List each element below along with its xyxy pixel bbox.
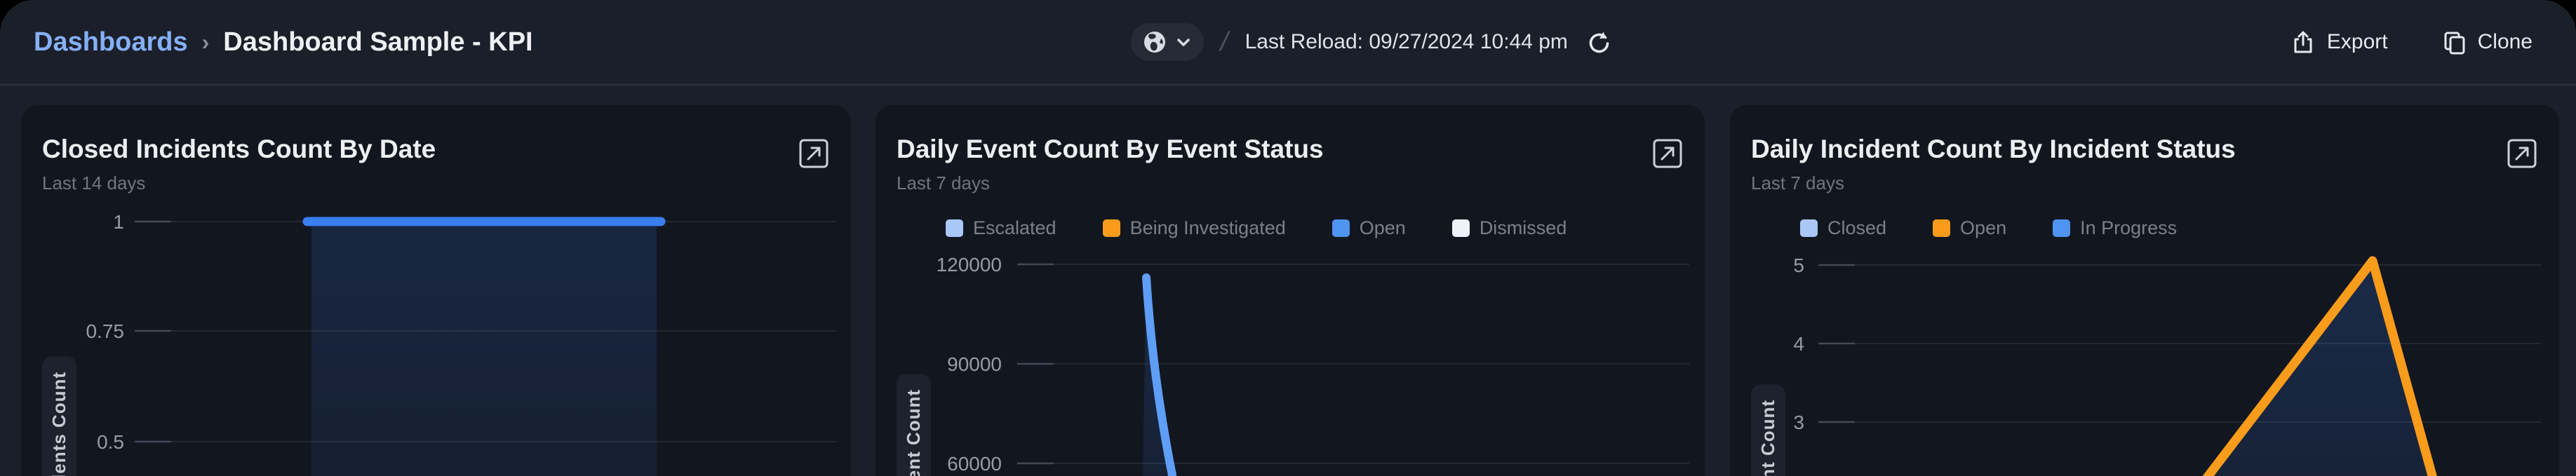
header: Dashboards › Dashboard Sample - KPI	[0, 0, 2576, 86]
series-line-open-events	[1146, 278, 1190, 476]
ytick: 90000	[947, 353, 1002, 375]
legend-item-open[interactable]: Open	[1933, 217, 2006, 239]
panel-title: Daily Incident Count By Incident Status	[1751, 135, 2236, 164]
legend-item-closed[interactable]: Closed	[1800, 217, 1886, 239]
legend-item-in-progress[interactable]: In Progress	[2053, 217, 2177, 239]
panel-title: Daily Event Count By Event Status	[897, 135, 1324, 164]
breadcrumb: Dashboards › Dashboard Sample - KPI	[34, 0, 533, 84]
panel-timeframe: Last 7 days	[897, 172, 990, 194]
legend-swatch	[946, 219, 963, 237]
ytick: 4	[1793, 333, 1804, 355]
panel-closed-incidents: Closed Incidents Count By Date Last 14 d…	[21, 105, 851, 476]
ytick: 5	[1793, 254, 1804, 276]
y-axis-label: Daily Incident Count	[1751, 384, 1785, 476]
expand-icon[interactable]	[798, 137, 830, 170]
legend-swatch	[1452, 219, 1470, 237]
legend-item-dismissed[interactable]: Dismissed	[1452, 217, 1567, 239]
area-fill	[1141, 278, 1190, 476]
breadcrumb-dashboards-link[interactable]: Dashboards	[34, 27, 188, 57]
ytick: 60000	[947, 453, 1002, 475]
y-axis-label: Daily Event Count	[897, 374, 931, 476]
clone-label: Clone	[2478, 30, 2533, 54]
export-label: Export	[2327, 30, 2388, 54]
ytick: 3	[1793, 412, 1804, 433]
panel-title: Closed Incidents Count By Date	[42, 135, 436, 164]
header-divider: /	[1217, 27, 1231, 57]
panel-daily-event-count: Daily Event Count By Event Status Last 7…	[876, 105, 1705, 476]
legend-swatch	[1800, 219, 1818, 237]
clone-button[interactable]: Clone	[2441, 29, 2533, 55]
clone-icon	[2441, 29, 2467, 55]
breadcrumb-separator: ›	[202, 29, 210, 55]
legend: Escalated Being Investigated Open Dismis…	[946, 217, 1567, 239]
legend-swatch	[2053, 219, 2070, 237]
export-button[interactable]: Export	[2290, 29, 2388, 55]
ytick: 0.5	[97, 431, 124, 453]
panel-timeframe: Last 14 days	[42, 172, 145, 194]
ytick: 0.75	[86, 320, 125, 342]
chevron-down-icon	[1174, 33, 1193, 51]
area-fill	[311, 226, 657, 476]
export-icon	[2290, 29, 2316, 55]
expand-icon[interactable]	[1651, 137, 1684, 170]
panel-daily-incident-count: Daily Incident Count By Incident Status …	[1730, 105, 2559, 476]
last-reload-text: Last Reload: 09/27/2024 10:44 pm	[1245, 30, 1568, 54]
legend-swatch	[1933, 219, 1950, 237]
ytick: 120000	[937, 254, 1002, 276]
expand-icon[interactable]	[2506, 137, 2538, 170]
refresh-icon[interactable]	[1586, 29, 1613, 55]
legend-swatch	[1332, 219, 1350, 237]
series-line-open-incidents	[2149, 261, 2454, 476]
legend-swatch	[1103, 219, 1120, 237]
timezone-picker-button[interactable]	[1131, 23, 1204, 61]
dashboard-app: Dashboards › Dashboard Sample - KPI	[0, 0, 2576, 476]
ytick: 1	[113, 211, 124, 233]
legend-item-being-investigated[interactable]: Being Investigated	[1103, 217, 1286, 239]
y-axis-label: Closed Incidents Count	[42, 356, 76, 476]
legend-item-escalated[interactable]: Escalated	[946, 217, 1056, 239]
panel-timeframe: Last 7 days	[1751, 172, 1844, 194]
area-fill	[2149, 261, 2454, 476]
legend-item-open[interactable]: Open	[1332, 217, 1406, 239]
reload-group: / Last Reload: 09/27/2024 10:44 pm	[1131, 0, 1613, 84]
header-actions: Export Clone	[2290, 0, 2533, 84]
globe-icon	[1142, 29, 1167, 55]
legend: Closed Open In Progress	[1800, 217, 2177, 239]
page-title: Dashboard Sample - KPI	[223, 27, 532, 57]
